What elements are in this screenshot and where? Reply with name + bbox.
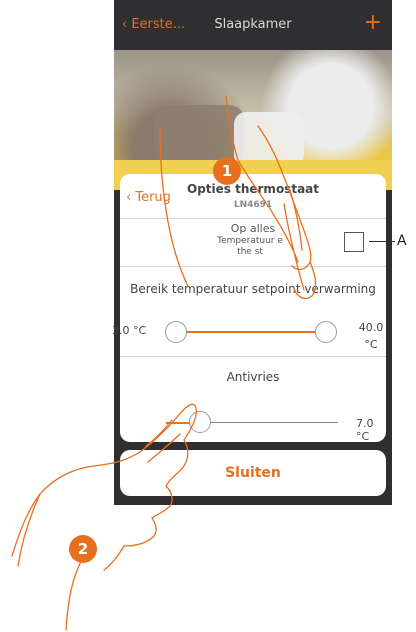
- antifreeze-value: 7.0 °C: [356, 417, 374, 443]
- close-button[interactable]: Sluiten: [120, 450, 386, 496]
- pillow-shape: [154, 105, 244, 165]
- room-photo: [114, 50, 392, 190]
- antifreeze-label: Antivries: [226, 370, 280, 384]
- callout-line: [369, 241, 395, 242]
- callout-letter: A: [397, 233, 407, 249]
- pillow-shape: [234, 112, 304, 167]
- card-title: Opties thermostaat: [187, 182, 319, 196]
- divider: [120, 266, 386, 267]
- step-badge-2: 2: [69, 535, 97, 563]
- option-text: Temperatuur e the st: [120, 236, 380, 258]
- option-text-line1: Temperatuur e: [217, 236, 283, 246]
- range-max-knob[interactable]: [315, 321, 337, 343]
- add-icon[interactable]: +: [364, 12, 382, 34]
- device-code: LN4691: [233, 200, 273, 210]
- option-checkbox[interactable]: [344, 232, 364, 252]
- divider: [120, 218, 386, 219]
- option-text-line2: the st: [237, 247, 263, 257]
- nav-title: Slaapkamer: [214, 17, 292, 32]
- range-min-knob[interactable]: [165, 321, 187, 343]
- setpoint-range-label: Bereik temperatuur setpoint verwarming: [130, 282, 376, 296]
- navigation-bar: ‹ Eerste... Slaapkamer +: [114, 0, 392, 50]
- range-min-value: 3.0 °C: [112, 324, 147, 337]
- divider: [120, 356, 386, 357]
- antifreeze-knob[interactable]: [189, 411, 211, 433]
- antifreeze-slider-track[interactable]: [200, 422, 338, 423]
- thermostat-options-card: ‹ Terug Opties thermostaat LN4691 Op all…: [112, 174, 386, 443]
- range-slider-track-active[interactable]: [186, 331, 324, 333]
- range-max-value: 40.0 °C: [358, 321, 384, 351]
- step-badge-1: 1: [213, 157, 241, 185]
